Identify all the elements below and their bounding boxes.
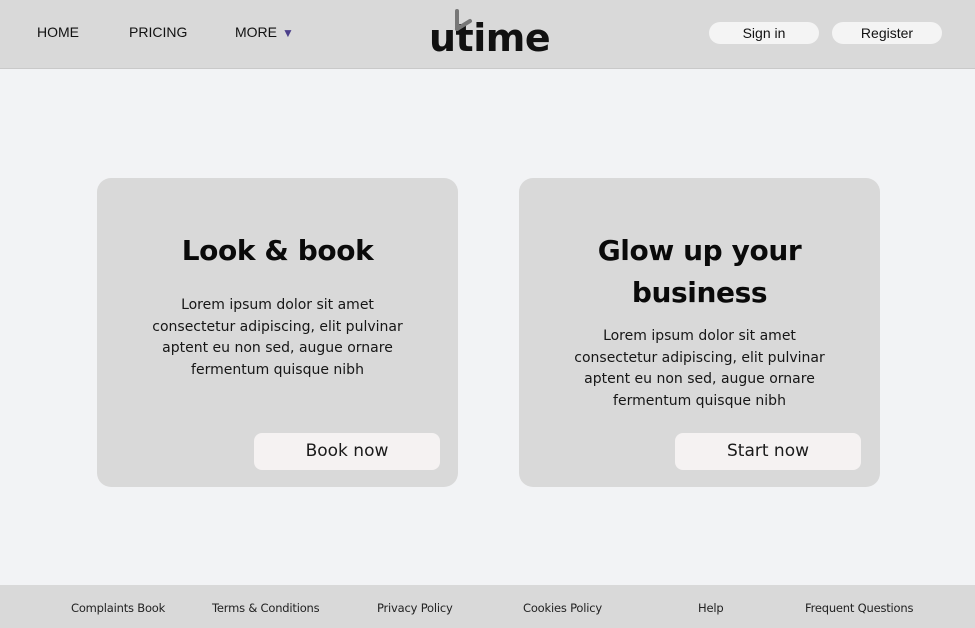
sign-in-button[interactable]: Sign in [709, 22, 819, 44]
card-description: Lorem ipsum dolor sit amet consectetur a… [152, 297, 403, 378]
footer-link-complaints-book[interactable]: Complaints Book [71, 601, 165, 615]
footer-link-terms[interactable]: Terms & Conditions [212, 601, 320, 615]
card-description: Lorem ipsum dolor sit amet consectetur a… [574, 328, 825, 409]
footer-link-cookies[interactable]: Cookies Policy [523, 601, 602, 615]
book-now-button[interactable]: Book now [254, 433, 440, 470]
nav-home-link[interactable]: HOME [37, 24, 79, 40]
nav-more-label: MORE [235, 24, 277, 40]
logo[interactable]: utime [424, 6, 554, 62]
logo-wordmark: utime [429, 16, 551, 60]
clock-hand-icon [455, 9, 472, 31]
site-header: HOME PRICING MORE ▼ utime Sign in Registe… [0, 0, 975, 69]
nav-more-dropdown[interactable]: MORE ▼ [235, 24, 294, 41]
site-footer: Complaints Book Terms & Conditions Priva… [0, 585, 975, 628]
look-and-book-card: Look & book Lorem ipsum dolor sit amet c… [97, 178, 458, 487]
start-now-button[interactable]: Start now [675, 433, 861, 470]
footer-link-privacy[interactable]: Privacy Policy [377, 601, 453, 615]
register-button[interactable]: Register [832, 22, 942, 44]
card-title: Look & book [181, 234, 374, 267]
glow-up-business-card: Glow up your business Lorem ipsum dolor … [519, 178, 880, 487]
footer-link-help[interactable]: Help [698, 601, 724, 615]
nav-pricing-link[interactable]: PRICING [129, 24, 187, 40]
card-title: Glow up your business [597, 234, 802, 309]
footer-link-faq[interactable]: Frequent Questions [805, 601, 913, 615]
chevron-down-icon: ▼ [282, 26, 294, 40]
